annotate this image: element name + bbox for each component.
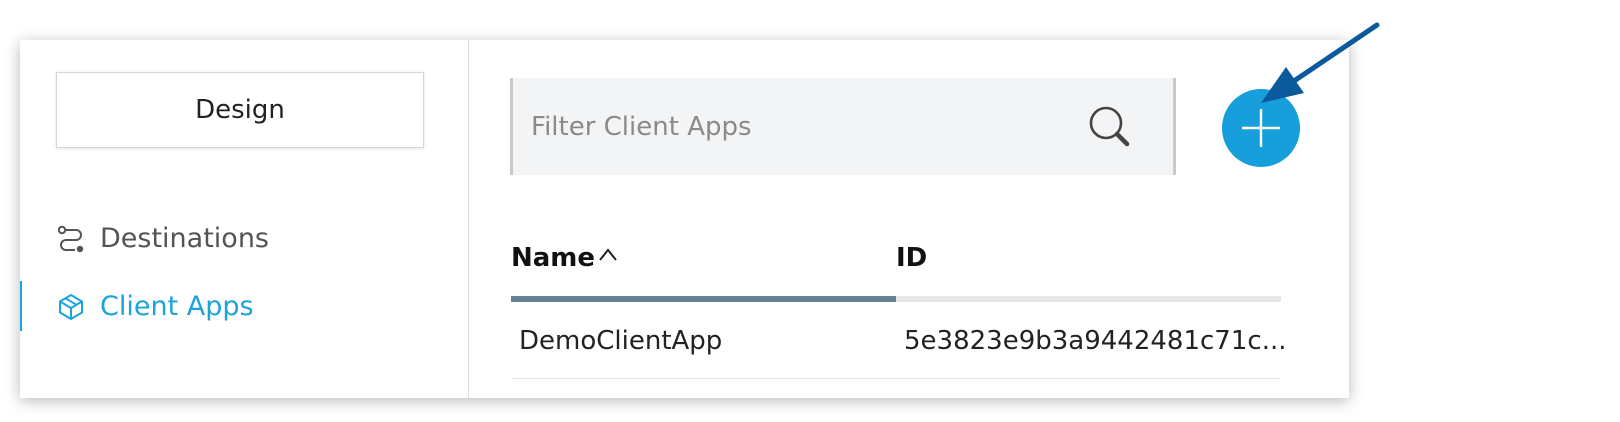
search-icon[interactable] [1087, 104, 1131, 148]
sidebar-item-label: Destinations [100, 222, 270, 254]
cube-icon [59, 294, 83, 320]
design-button[interactable]: Design [56, 72, 424, 148]
cell-id: 5e3823e9b3a9442481c71c... [904, 326, 1287, 356]
sidebar-item-destinations[interactable]: Destinations [20, 213, 460, 263]
sidebar-item-client-apps[interactable]: Client Apps [20, 281, 460, 331]
column-header-id[interactable]: ID [896, 243, 927, 273]
table-row[interactable]: DemoClientApp 5e3823e9b3a9442481c71c... [511, 302, 1286, 379]
client-apps-panel: Design Destinations Client Apps Filter C… [20, 40, 1349, 398]
search-field[interactable] [510, 78, 1176, 175]
annotation-arrow-icon [1261, 22, 1380, 103]
sidebar: Design Destinations Client Apps [20, 40, 469, 398]
cell-name: DemoClientApp [519, 326, 723, 356]
sidebar-item-label: Client Apps [100, 290, 254, 322]
active-indicator [20, 281, 22, 331]
sort-ascending-icon[interactable] [597, 246, 619, 262]
route-icon [57, 225, 84, 253]
search-input[interactable] [531, 78, 1071, 175]
column-header-name[interactable]: Name [511, 243, 595, 273]
